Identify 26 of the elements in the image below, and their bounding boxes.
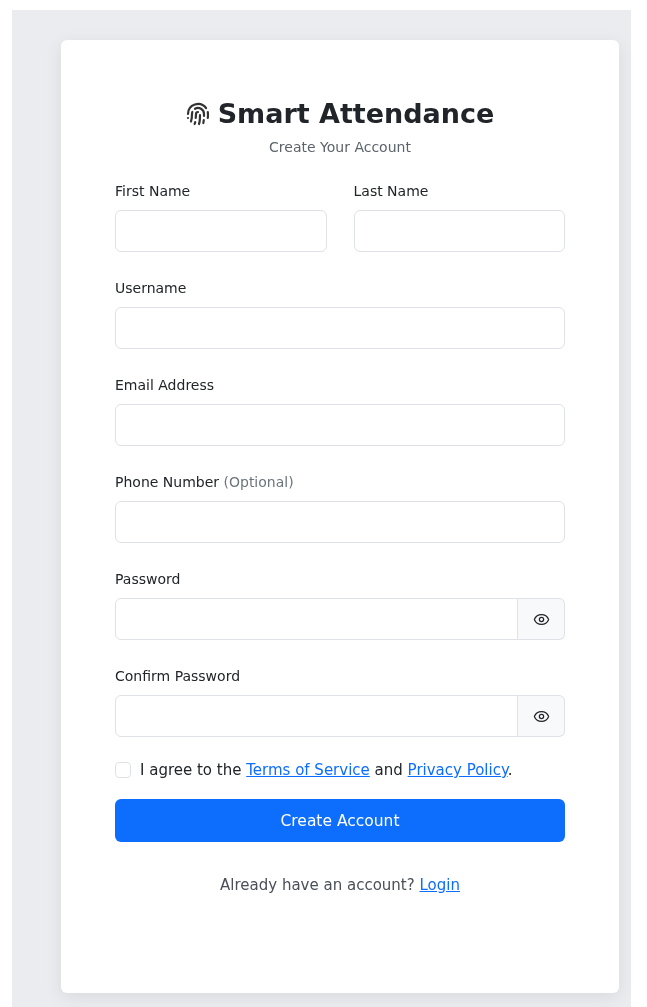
password-field[interactable] <box>115 598 518 640</box>
text-field[interactable] <box>115 210 327 252</box>
fingerprint-icon <box>185 101 210 126</box>
field-label: Phone Number (Optional) <box>115 473 295 492</box>
create-account-button[interactable]: Create Account <box>115 799 565 842</box>
agree-checkbox[interactable] <box>115 762 131 778</box>
text-field[interactable] <box>115 307 565 349</box>
text-field[interactable] <box>115 501 565 543</box>
field-label: Last Name <box>353 182 430 201</box>
text-field[interactable] <box>115 404 565 446</box>
field-label: First Name <box>115 182 192 201</box>
terms-link[interactable]: Terms of Service <box>246 761 370 779</box>
text-field[interactable] <box>353 210 565 252</box>
agreement-text: I agree to the Terms of Service and Privacy Policy. <box>140 761 513 779</box>
privacy-link[interactable]: Privacy Policy <box>407 761 508 779</box>
subtitle: Create Your Account <box>268 139 412 155</box>
show-password-button[interactable] <box>518 598 565 640</box>
login-prompt: Already have an account? Login <box>219 876 461 894</box>
show-password-button[interactable] <box>518 695 565 737</box>
field-label: Email Address <box>115 376 216 395</box>
field-label: Username <box>115 279 188 298</box>
password-field[interactable] <box>115 695 518 737</box>
login-link[interactable]: Login <box>419 876 460 894</box>
field-label: Confirm Password <box>115 667 242 686</box>
field-label: Password <box>115 570 182 589</box>
app-title: Smart Attendance <box>217 98 495 129</box>
